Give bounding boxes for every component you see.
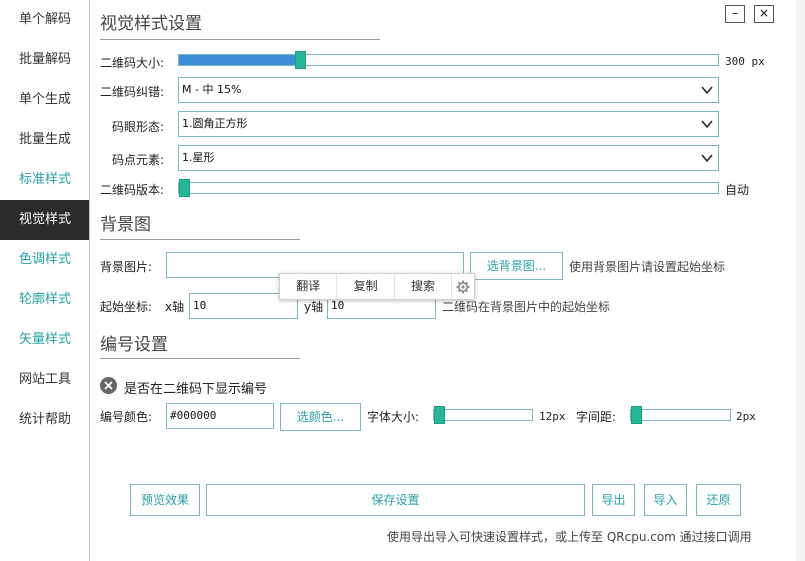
numbering-section-divider <box>100 358 300 359</box>
font-size-slider-thumb[interactable] <box>434 406 445 424</box>
background-image-hint: 使用背景图片请设置起始坐标 <box>569 260 726 274</box>
app-window: 单个解码 批量解码 单个生成 批量生成 标准样式 视觉样式 色调样式 轮廓样式 … <box>0 0 805 561</box>
export-button[interactable]: 导出 <box>592 484 635 516</box>
chevron-down-icon <box>701 86 713 95</box>
sidebar-item-single-decode[interactable]: 单个解码 <box>0 0 89 40</box>
save-settings-button[interactable]: 保存设置 <box>206 484 585 516</box>
sidebar-item-single-generate[interactable]: 单个生成 <box>0 80 89 120</box>
sidebar-item-tone-style[interactable]: 色调样式 <box>0 240 89 280</box>
eye-shape-select[interactable]: 1.圆角正方形 <box>178 111 719 137</box>
preview-button[interactable]: 预览效果 <box>130 484 200 516</box>
restore-button[interactable]: 还原 <box>696 484 741 516</box>
qr-size-slider-fill <box>179 55 297 65</box>
sidebar-item-standard-style[interactable]: 标准样式 <box>0 160 89 200</box>
number-color-label: 编号颜色: <box>100 410 153 424</box>
qr-ecc-select[interactable]: M - 中 15% <box>178 77 719 103</box>
start-coords-hint: 二维码在背景图片中的起始坐标 <box>442 300 611 314</box>
sidebar-item-vector-style[interactable]: 矢量样式 <box>0 320 89 360</box>
qr-version-slider-thumb[interactable] <box>179 179 190 197</box>
font-size-label: 字体大小: <box>367 410 420 424</box>
sidebar-item-batch-generate[interactable]: 批量生成 <box>0 120 89 160</box>
eye-shape-selected: 1.圆角正方形 <box>182 117 248 130</box>
dot-element-selected: 1.星形 <box>182 151 215 164</box>
sidebar-item-visual-style[interactable]: 视觉样式 <box>0 200 89 240</box>
qr-version-label: 二维码版本: <box>100 183 165 197</box>
chevron-down-icon <box>701 154 713 163</box>
eye-shape-label: 码眼形态: <box>112 120 165 134</box>
minimize-button[interactable]: – <box>725 5 745 23</box>
qr-size-value: 300 px <box>725 55 765 68</box>
popup-translate-button[interactable]: 翻译 <box>280 274 338 299</box>
numbering-section-title: 编号设置 <box>100 335 168 355</box>
background-section-title: 背景图 <box>100 215 151 235</box>
qr-size-slider-thumb[interactable] <box>295 51 306 69</box>
letter-spacing-value: 2px <box>736 410 756 423</box>
popup-search-button[interactable]: 搜索 <box>395 274 453 299</box>
import-button[interactable]: 导入 <box>644 484 687 516</box>
show-number-label: 是否在二维码下显示编号 <box>124 382 268 397</box>
popup-copy-button[interactable]: 复制 <box>337 274 395 299</box>
text-selection-popup: 翻译 复制 搜索 <box>279 273 475 300</box>
gear-icon[interactable] <box>452 274 474 299</box>
background-image-label: 背景图片: <box>100 260 153 274</box>
footer-note: 使用导出导入可快速设置样式，或上传至 QRcpu.com 通过接口调用 <box>387 530 752 544</box>
sidebar-item-outline-style[interactable]: 轮廓样式 <box>0 280 89 320</box>
close-button[interactable]: × <box>754 5 774 23</box>
qr-version-slider[interactable] <box>178 179 719 197</box>
close-circle-icon[interactable] <box>100 377 117 394</box>
qr-version-value: 自动 <box>725 183 750 197</box>
qr-ecc-label: 二维码纠错: <box>100 85 165 99</box>
sidebar: 单个解码 批量解码 单个生成 批量生成 标准样式 视觉样式 色调样式 轮廓样式 … <box>0 0 90 561</box>
letter-spacing-label: 字间距: <box>576 410 617 424</box>
choose-color-button[interactable]: 选颜色... <box>280 403 361 431</box>
scrollbar[interactable] <box>796 0 805 561</box>
background-section-divider <box>100 239 300 240</box>
start-coords-label: 起始坐标: <box>100 300 153 314</box>
visual-section-title: 视觉样式设置 <box>100 14 202 34</box>
font-size-value: 12px <box>539 410 566 423</box>
font-size-slider[interactable] <box>433 406 533 424</box>
dot-element-select[interactable]: 1.星形 <box>178 145 719 171</box>
qr-size-slider[interactable] <box>178 51 719 69</box>
sidebar-item-web-tools[interactable]: 网站工具 <box>0 360 89 400</box>
qr-size-label: 二维码大小: <box>100 56 165 70</box>
x-axis-label: x轴 <box>165 300 185 314</box>
y-axis-label: y轴 <box>304 300 324 314</box>
number-color-input[interactable]: #000000 <box>166 403 274 429</box>
letter-spacing-slider-thumb[interactable] <box>631 406 642 424</box>
qr-ecc-selected: M - 中 15% <box>182 83 242 96</box>
chevron-down-icon <box>701 120 713 129</box>
letter-spacing-slider[interactable] <box>630 406 731 424</box>
choose-background-button[interactable]: 选背景图... <box>470 252 563 280</box>
sidebar-item-stats-help[interactable]: 统计帮助 <box>0 400 89 440</box>
visual-section-divider <box>100 39 380 40</box>
sidebar-item-batch-decode[interactable]: 批量解码 <box>0 40 89 80</box>
dot-element-label: 码点元素: <box>112 153 165 167</box>
